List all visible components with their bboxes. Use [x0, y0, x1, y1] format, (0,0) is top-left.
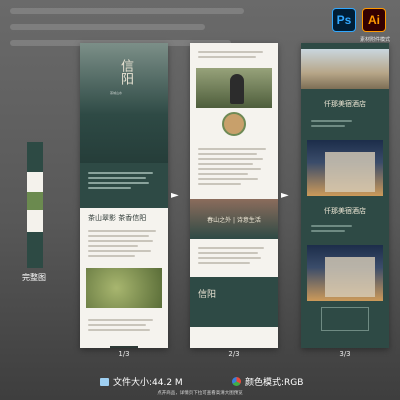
photoshop-icon: Ps [332, 8, 356, 32]
tea-leaves-image [86, 268, 162, 308]
page-number-2: 2/3 [228, 350, 240, 358]
color-mode-icon [232, 377, 241, 386]
panel-1-subtitle: 茶城山水 [110, 91, 123, 95]
panel-3-footer-box [321, 307, 369, 331]
panel-1-text [80, 223, 168, 264]
hotel-name-2: 仟那美宿酒店 [324, 207, 366, 215]
hotel-roof-image [301, 49, 389, 89]
panel-2-footer-title: 信阳 [198, 290, 217, 300]
traveler-photo [196, 68, 272, 108]
panel-1-hero: 信阳 茶城山水 [80, 43, 168, 163]
page-number-3: 3/3 [339, 350, 351, 358]
color-mode-label: 颜色模式:RGB [245, 378, 304, 388]
hotel-building-image-1 [307, 140, 383, 196]
full-image-thumbnail[interactable] [27, 142, 43, 268]
hotel-name-1: 仟那美宿酒店 [324, 100, 366, 108]
panel-1-intro-block [80, 163, 168, 208]
arrow-right-icon: ► [281, 190, 289, 201]
panel-2-footer: 信阳 [190, 277, 278, 327]
detail-panel-2[interactable]: 春山之外 | 诗意生活 信阳 [190, 43, 278, 348]
badge-caption: 素材附件模式 [359, 37, 390, 43]
seal-stamp [110, 346, 138, 348]
file-size: 文件大小:44.2 M [100, 375, 183, 388]
illustrator-icon: Ai [362, 8, 386, 32]
color-mode: 颜色模式:RGB [232, 375, 303, 388]
app-badges: Ps Ai [332, 8, 386, 32]
thumbnail-label: 完整图 [22, 273, 46, 282]
banner-text: 春山之外 | 诗意生活 [207, 216, 261, 224]
bottom-info-bar: 文件大小:44.2 M 颜色模式:RGB 点开商品，详情页下拉可查看高清大图预览 [0, 370, 400, 400]
preview-hint: 点开商品，详情页下拉可查看高清大图预览 [157, 391, 243, 396]
hotel-building-image-2 [307, 245, 383, 301]
detail-panel-3[interactable]: 仟那美宿酒店 仟那美宿酒店 [301, 43, 389, 348]
emblem-logo [222, 112, 246, 136]
detail-panel-1[interactable]: 信阳 茶城山水 茶山翠影 茶香信阳 [80, 43, 168, 348]
panel-1-title: 信阳 [118, 59, 133, 85]
page-number-1: 1/3 [118, 350, 130, 358]
file-size-label: 文件大小:44.2 M [113, 378, 183, 388]
poem-banner: 春山之外 | 诗意生活 [190, 199, 278, 239]
panel-1-calligraphy: 茶山翠影 茶香信阳 [88, 214, 147, 222]
arrow-right-icon: ► [171, 190, 179, 201]
file-icon [100, 377, 109, 386]
